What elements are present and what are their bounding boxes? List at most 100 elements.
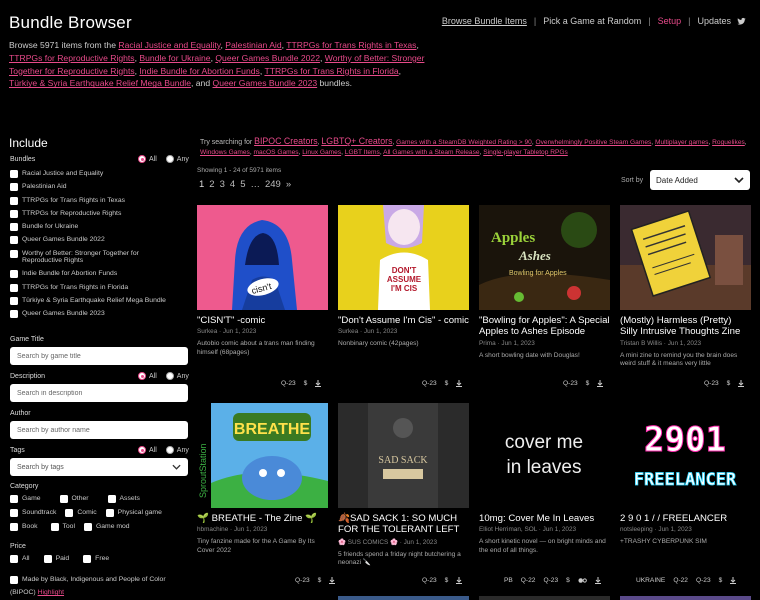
category-option[interactable]: Soundtrack xyxy=(10,509,56,517)
game-card[interactable]: Apples Ashes Bowling for Apples "Bowling… xyxy=(479,205,610,360)
radio-any[interactable] xyxy=(165,446,174,454)
bundle-option[interactable]: Racial Justice and Equality xyxy=(10,170,180,178)
bundle-option[interactable]: Queer Games Bundle 2023 xyxy=(10,310,180,319)
bundle-tag[interactable]: Q-23 xyxy=(543,577,558,584)
checkbox[interactable] xyxy=(83,523,92,531)
checkbox[interactable] xyxy=(10,576,18,584)
page-link[interactable]: 3 xyxy=(220,179,225,190)
checkbox[interactable] xyxy=(105,509,114,517)
checkbox[interactable] xyxy=(10,310,18,319)
checkbox[interactable] xyxy=(10,209,18,218)
download-icon[interactable] xyxy=(456,380,463,387)
suggest-link[interactable]: LGBTQ+ Creators xyxy=(321,136,392,146)
game-title-input[interactable] xyxy=(10,347,188,365)
suggest-link[interactable]: All Games with a Steam Release xyxy=(383,149,479,156)
checkbox[interactable] xyxy=(10,495,18,503)
category-option[interactable]: Book xyxy=(10,523,38,531)
sort-select[interactable]: Date Added xyxy=(650,170,750,190)
price-option[interactable]: Free xyxy=(83,555,109,563)
checkbox[interactable] xyxy=(10,296,18,305)
suggest-link[interactable]: Single-player Tabletop RPGs xyxy=(483,149,568,156)
intro-bundle-link[interactable]: Indie Bundle for Abortion Funds xyxy=(139,66,259,76)
card-title[interactable]: 🍂SAD SACK 1: SO MUCH FOR THE TOLERANT LE… xyxy=(338,513,469,536)
bundle-option[interactable]: TTRPGs for Trans Rights in Texas xyxy=(10,196,180,205)
checkbox[interactable] xyxy=(10,223,18,232)
bundle-tag[interactable]: Q-22 xyxy=(521,577,536,584)
intro-bundle-link[interactable]: TTRPGs for Trans Rights in Florida xyxy=(264,66,398,76)
checkbox[interactable] xyxy=(10,196,18,205)
bundle-tag[interactable]: Q-23 xyxy=(563,380,578,387)
bundle-tag[interactable]: Q-23 xyxy=(696,577,711,584)
bundle-tag[interactable]: PB xyxy=(504,577,513,584)
bundle-option[interactable]: Indie Bundle for Abortion Funds xyxy=(10,270,180,279)
download-icon[interactable] xyxy=(597,380,604,387)
checkbox[interactable] xyxy=(65,509,74,517)
suggest-link[interactable]: Roguelikes xyxy=(712,139,745,146)
intro-bundle-link[interactable]: Türkiye & Syria Earthquake Relief Mega B… xyxy=(9,78,191,88)
card-title[interactable]: 🌱 BREATHE - The Zine 🌱 xyxy=(197,513,328,524)
checkbox[interactable] xyxy=(107,495,116,503)
game-card[interactable]: SAD SACK 🍂SAD SACK 1: SO MUCH FOR THE TO… xyxy=(338,403,469,568)
checkbox[interactable] xyxy=(83,555,92,563)
card-title[interactable]: "Don't Assume I'm Cis" - comic xyxy=(338,315,469,326)
checkbox[interactable] xyxy=(10,555,18,563)
checkbox[interactable] xyxy=(59,495,68,503)
bundle-tag[interactable]: Q-23 xyxy=(295,577,310,584)
bundle-option[interactable]: Queer Games Bundle 2022 xyxy=(10,236,180,245)
suggest-link[interactable]: Multiplayer games xyxy=(655,139,709,146)
intro-bundle-link[interactable]: TTRPGs for Reproductive Rights xyxy=(9,53,135,63)
download-icon[interactable] xyxy=(456,577,463,584)
card-title[interactable]: 2 9 0 1 / / FREELANCER xyxy=(620,513,751,524)
bundle-tag[interactable]: Q-23 xyxy=(704,380,719,387)
page-link[interactable]: 1 xyxy=(199,179,204,190)
game-card[interactable]: DON'T ASSUME I'M CIS "Don't Assume I'm C… xyxy=(338,205,469,349)
suggest-link[interactable]: BIPOC Creators xyxy=(254,136,318,146)
checkbox[interactable] xyxy=(10,270,18,279)
bundle-tag[interactable]: UKRAINE xyxy=(636,577,665,584)
checkbox[interactable] xyxy=(43,555,52,563)
tags-select[interactable]: Search by tags xyxy=(10,458,188,476)
card-title[interactable]: "Bowling for Apples": A Special Apples t… xyxy=(479,315,610,338)
nav-updates[interactable]: Updates xyxy=(697,16,731,26)
category-option[interactable]: Physical game xyxy=(105,509,162,517)
radio-any[interactable] xyxy=(165,372,174,380)
download-icon[interactable] xyxy=(594,577,601,584)
next-page-link[interactable]: » xyxy=(286,179,291,190)
download-icon[interactable] xyxy=(315,380,322,387)
page-link[interactable]: 2 xyxy=(209,179,214,190)
bundle-tag[interactable]: Q-23 xyxy=(281,380,296,387)
intro-bundle-link[interactable]: Palestinian Aid xyxy=(225,40,281,50)
bundle-tag[interactable]: Q-23 xyxy=(422,577,437,584)
page-link[interactable]: 5 xyxy=(240,179,245,190)
description-input[interactable] xyxy=(10,384,188,402)
bundle-option[interactable]: TTRPGs for Trans Rights in Florida xyxy=(10,283,180,292)
card-title[interactable]: (Mostly) Harmless (Pretty) Silly Intrusi… xyxy=(620,315,751,338)
category-option[interactable]: Game xyxy=(10,495,41,503)
intro-bundle-link[interactable]: Queer Games Bundle 2022 xyxy=(215,53,320,63)
card-title[interactable]: "CISN'T" -comic xyxy=(197,315,328,326)
game-card[interactable]: BREATHE SproutStation 🌱 BREATHE - The Zi… xyxy=(197,403,328,556)
suggest-link[interactable]: Games with a SteamDB Weighted Rating > 9… xyxy=(396,139,532,146)
suggest-link[interactable]: LGBT Items xyxy=(345,149,380,156)
checkbox[interactable] xyxy=(10,170,18,178)
category-option[interactable]: Assets xyxy=(107,495,140,503)
game-card[interactable]: (Mostly) Harmless (Pretty) Silly Intrusi… xyxy=(620,205,751,369)
category-option[interactable]: Comic xyxy=(65,509,97,517)
radio-all[interactable] xyxy=(138,446,146,454)
suggest-link[interactable]: macOS Games xyxy=(254,149,299,156)
bundle-option[interactable]: Bundle for Ukraine xyxy=(10,223,180,232)
bundle-option[interactable]: TTRPGs for Reproductive Rights xyxy=(10,209,180,218)
category-option[interactable]: Tool xyxy=(50,523,75,531)
game-card[interactable]: cisn't "CISN'T" -comic Surkea · Jun 1, 2… xyxy=(197,205,328,358)
bipoc-option[interactable]: Made by Black, Indigenous and People of … xyxy=(10,576,180,584)
suggest-link[interactable]: Overwhelmingly Positive Steam Games xyxy=(536,139,652,146)
suggest-link[interactable]: Windows Games xyxy=(200,149,250,156)
game-card[interactable]: 2901 FREELANCER 2 9 0 1 / / FREELANCER n… xyxy=(620,403,751,547)
checkbox[interactable] xyxy=(10,523,18,531)
nav-pick-random[interactable]: Pick a Game at Random xyxy=(543,16,641,26)
intro-bundle-link[interactable]: Queer Games Bundle 2023 xyxy=(213,78,318,88)
suggest-link[interactable]: Linux Games xyxy=(302,149,341,156)
bipoc-highlight-link[interactable]: Highlight xyxy=(38,589,64,596)
download-icon[interactable] xyxy=(730,577,737,584)
radio-all[interactable] xyxy=(138,372,146,380)
